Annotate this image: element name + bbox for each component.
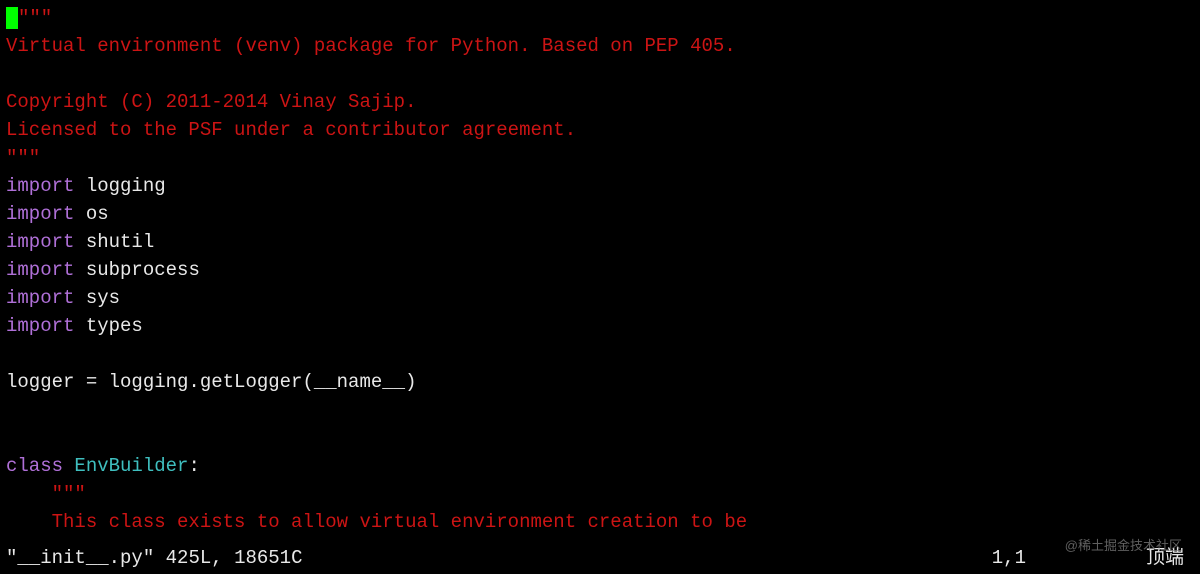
status-scroll: 顶端 xyxy=(1146,544,1184,572)
docstring-line: """ xyxy=(6,483,86,505)
import-module: logging xyxy=(86,175,166,197)
status-filename: "__init__.py" 425L, 18651C xyxy=(6,544,302,572)
docstring-line: This class exists to allow virtual envir… xyxy=(6,511,747,533)
import-module: os xyxy=(86,203,109,225)
import-keyword: import xyxy=(6,259,74,281)
code-line: logger = logging.getLogger(__name__) xyxy=(6,371,416,393)
class-name: EnvBuilder xyxy=(74,455,188,477)
import-keyword: import xyxy=(6,203,74,225)
import-module: subprocess xyxy=(86,259,200,281)
import-keyword: import xyxy=(6,315,74,337)
docstring-close: """ xyxy=(6,147,40,169)
docstring-line: Virtual environment (venv) package for P… xyxy=(6,35,736,57)
colon: : xyxy=(188,455,199,477)
status-bar: "__init__.py" 425L, 18651C 1,1 顶端 xyxy=(6,544,1194,572)
status-position: 1,1 xyxy=(992,544,1026,572)
docstring-open: """ xyxy=(18,7,52,29)
import-module: sys xyxy=(86,287,120,309)
docstring-line: Copyright (C) 2011-2014 Vinay Sajip. xyxy=(6,91,416,113)
import-keyword: import xyxy=(6,231,74,253)
import-keyword: import xyxy=(6,287,74,309)
import-module: types xyxy=(86,315,143,337)
class-keyword: class xyxy=(6,455,63,477)
cursor xyxy=(6,7,18,29)
code-editor[interactable]: """ Virtual environment (venv) package f… xyxy=(0,0,1200,540)
import-module: shutil xyxy=(86,231,154,253)
import-keyword: import xyxy=(6,175,74,197)
docstring-line: Licensed to the PSF under a contributor … xyxy=(6,119,576,141)
